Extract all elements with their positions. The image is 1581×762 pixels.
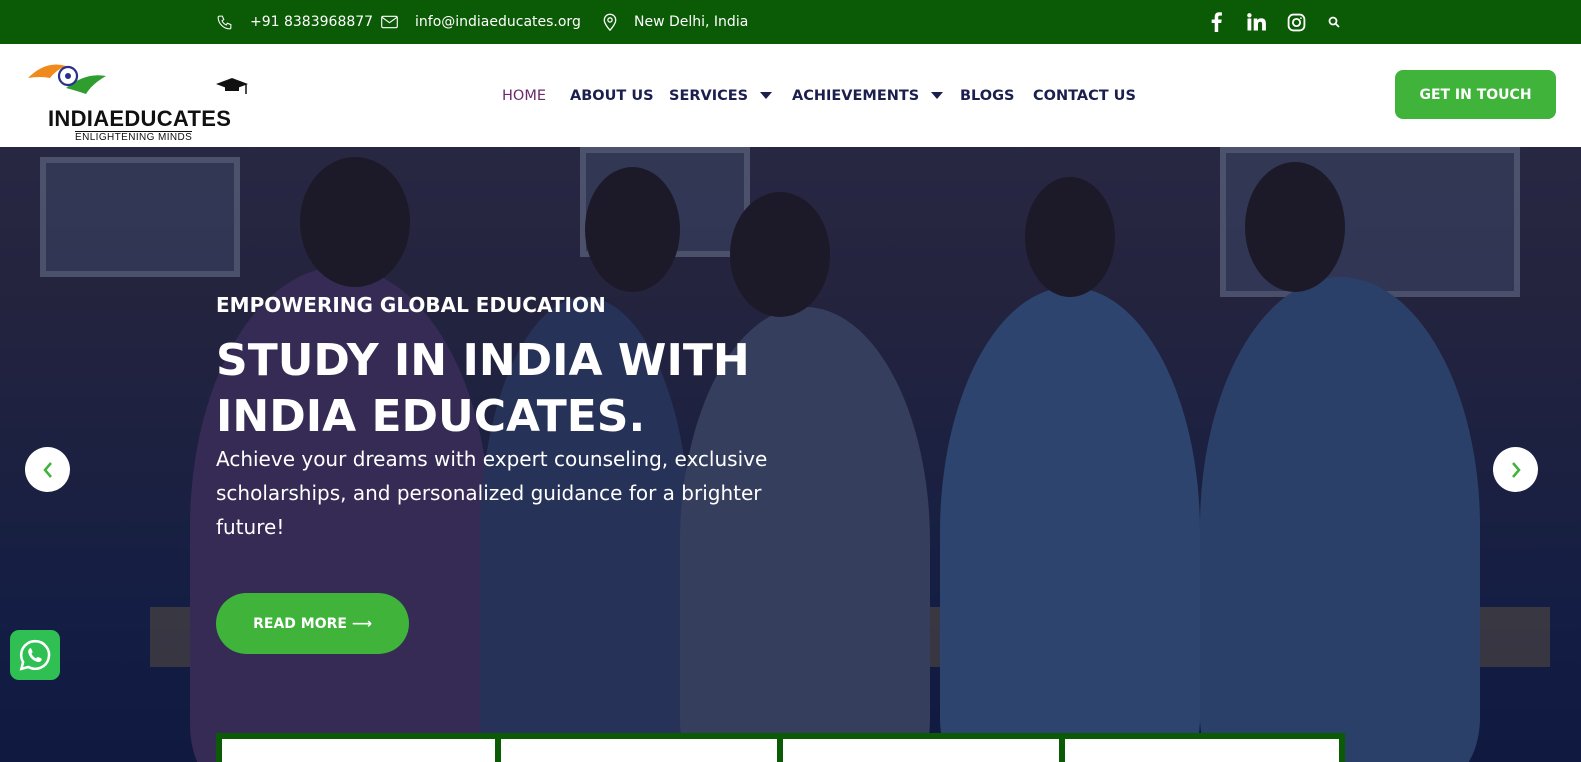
- nav-services-label: SERVICES: [669, 87, 749, 104]
- logo-tagline: ENLIGHTENING MINDS: [75, 131, 193, 143]
- nav-services[interactable]: SERVICES: [669, 44, 773, 147]
- phone-number: +91 8383968877: [250, 14, 374, 30]
- main-header: INDIAEDUCATES ENLIGHTENING MINDS HOME AB…: [0, 44, 1581, 147]
- site-logo[interactable]: INDIAEDUCATES ENLIGHTENING MINDS: [26, 54, 262, 143]
- linkedin-icon: [1246, 13, 1266, 31]
- chevron-down-icon: [931, 92, 944, 99]
- nav-contact[interactable]: CONTACT US: [1033, 44, 1136, 147]
- nav-home[interactable]: HOME: [502, 44, 546, 147]
- nav-achievements-label: ACHIEVEMENTS: [792, 87, 920, 104]
- slider-next-button[interactable]: [1493, 447, 1538, 492]
- feature-card[interactable]: [1065, 739, 1339, 762]
- nav-achievements[interactable]: ACHIEVEMENTS: [792, 44, 944, 147]
- feature-cards-strip: [216, 733, 1345, 762]
- hero-headline: STUDY IN INDIA WITH INDIA EDUCATES.: [216, 335, 750, 442]
- location-text: New Delhi, India: [634, 14, 749, 30]
- hero-slider: EMPOWERING GLOBAL EDUCATION STUDY IN IND…: [0, 147, 1581, 762]
- feature-card[interactable]: [222, 739, 495, 762]
- phone-contact[interactable]: +91 8383968877: [216, 0, 373, 44]
- facebook-link[interactable]: [1205, 0, 1227, 44]
- facebook-icon: [1211, 12, 1222, 32]
- logo-wordmark: INDIAEDUCATES: [48, 106, 232, 131]
- linkedin-link[interactable]: [1244, 0, 1268, 44]
- email-address: info@indiaeducates.org: [415, 14, 581, 30]
- feature-card[interactable]: [501, 739, 777, 762]
- email-contact[interactable]: info@indiaeducates.org: [381, 0, 581, 44]
- phone-icon: [217, 15, 232, 29]
- slider-prev-button[interactable]: [25, 447, 70, 492]
- search-button[interactable]: [1325, 0, 1343, 44]
- get-in-touch-button[interactable]: GET IN TOUCH: [1395, 70, 1556, 119]
- location-contact: New Delhi, India: [603, 0, 748, 44]
- hero-description: Achieve your dreams with expert counseli…: [216, 447, 768, 539]
- nav-blogs[interactable]: BLOGS: [960, 44, 1014, 147]
- hero-eyebrow: EMPOWERING GLOBAL EDUCATION: [216, 293, 606, 317]
- location-pin-icon: [603, 13, 617, 31]
- nav-about[interactable]: ABOUT US: [570, 44, 654, 147]
- read-more-button[interactable]: READ MORE ⟶: [216, 593, 409, 654]
- chevron-down-icon: [760, 92, 773, 99]
- instagram-link[interactable]: [1284, 0, 1308, 44]
- instagram-icon: [1287, 13, 1305, 31]
- whatsapp-button[interactable]: [10, 630, 60, 680]
- mail-icon: [381, 15, 398, 29]
- top-contact-bar: +91 8383968877 info@indiaeducates.org Ne…: [0, 0, 1581, 44]
- whatsapp-icon: [19, 639, 51, 671]
- search-icon: [1328, 16, 1340, 28]
- chevron-right-icon: [1511, 461, 1521, 478]
- feature-card[interactable]: [783, 739, 1059, 762]
- chevron-left-icon: [42, 461, 52, 478]
